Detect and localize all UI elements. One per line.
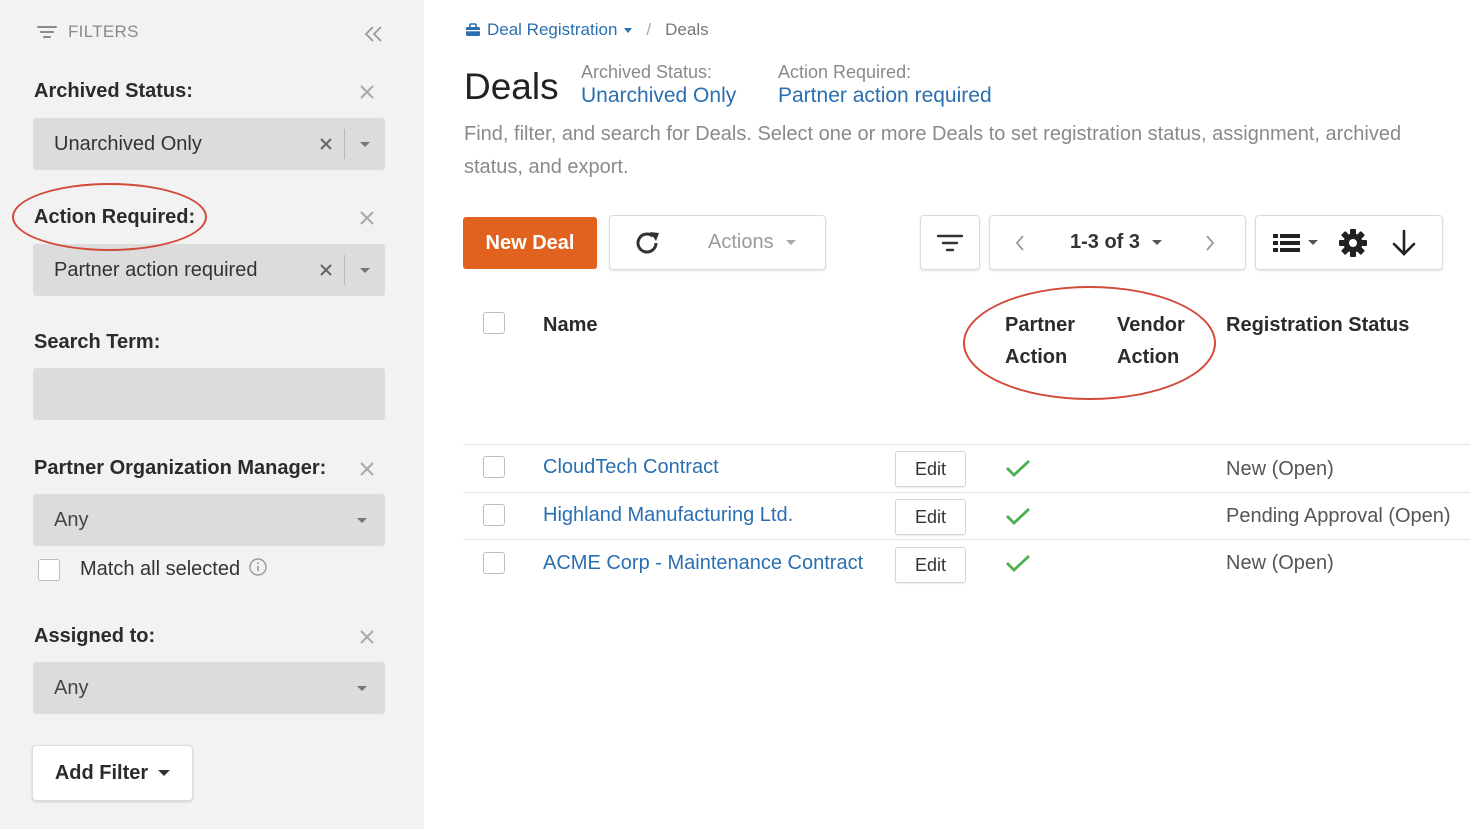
archived-status-value: Unarchived Only: [54, 132, 202, 155]
chevron-down-icon[interactable]: [345, 267, 385, 273]
match-all-label: Match all selected: [80, 558, 241, 580]
assigned-to-label: Assigned to:: [34, 625, 156, 647]
breadcrumb: Deal Registration / Deals: [465, 20, 709, 40]
column-header-vendor-action[interactable]: Vendor Action: [1117, 309, 1185, 373]
chevron-down-icon: [158, 770, 171, 776]
new-deal-button[interactable]: New Deal: [463, 217, 597, 269]
assigned-to-select[interactable]: Any: [33, 662, 385, 714]
chevron-down-icon: [1152, 240, 1163, 245]
summary-archived: Archived Status: Unarchived Only: [581, 60, 736, 108]
list-view-dropdown[interactable]: [1272, 232, 1318, 254]
checkmark-icon: [1006, 459, 1030, 477]
header-line: Partner: [1005, 314, 1076, 336]
chevron-down-icon: [624, 27, 633, 33]
registration-status: Pending Approval (Open): [1226, 505, 1451, 527]
chevron-down-icon[interactable]: [345, 141, 385, 147]
action-required-value: Partner action required: [54, 258, 258, 281]
breadcrumb-root-label: Deal Registration: [487, 20, 618, 39]
remove-manager-filter-icon[interactable]: [358, 460, 376, 478]
filter-lines-icon: [37, 26, 57, 38]
column-header-name[interactable]: Name: [543, 309, 597, 341]
registration-status: New (Open): [1226, 458, 1334, 480]
deal-name-link[interactable]: CloudTech Contract: [543, 456, 719, 479]
row-divider: [463, 492, 1470, 493]
actions-dropdown[interactable]: Actions: [708, 231, 796, 254]
filter-lines-icon: [936, 234, 964, 251]
clear-icon[interactable]: [308, 137, 344, 151]
chevron-down-icon[interactable]: [339, 517, 385, 523]
chevron-down-icon: [785, 240, 796, 245]
deal-name-link[interactable]: ACME Corp - Maintenance Contract: [543, 552, 863, 575]
actions-label: Actions: [708, 231, 774, 253]
header-line: Action: [1005, 346, 1068, 368]
summary-key: Action Required:: [778, 62, 912, 82]
gear-icon[interactable]: [1338, 228, 1368, 258]
page-description: Find, filter, and search for Deals. Sele…: [464, 123, 1402, 178]
filters-header: FILTERS: [36, 22, 139, 42]
column-header-registration-status[interactable]: Registration Status: [1226, 309, 1409, 341]
row-divider: [463, 444, 1470, 445]
header-line: Vendor: [1117, 314, 1185, 336]
pagination-dropdown[interactable]: 1-3 of 3: [1070, 231, 1163, 254]
summary-value-link[interactable]: Unarchived Only: [581, 84, 736, 108]
collapse-sidebar-icon[interactable]: [362, 24, 384, 44]
view-tools-group: [1255, 215, 1443, 270]
filters-title: FILTERS: [68, 22, 139, 41]
page-title: Deals: [464, 66, 559, 107]
breadcrumb-root[interactable]: Deal Registration: [465, 20, 633, 40]
archived-status-select[interactable]: Unarchived Only: [33, 118, 385, 170]
refresh-icon[interactable]: [632, 229, 664, 257]
row-divider: [463, 539, 1470, 540]
chevron-down-icon: [1308, 240, 1318, 245]
refresh-actions-group: Actions: [609, 215, 826, 270]
summary-value-link[interactable]: Partner action required: [778, 84, 992, 108]
info-icon[interactable]: [248, 557, 268, 577]
filter-toggle-button[interactable]: [920, 215, 980, 270]
download-arrow-icon[interactable]: [1390, 228, 1418, 258]
match-all-row: Match all selected: [38, 557, 268, 581]
breadcrumb-current: Deals: [665, 20, 709, 39]
deal-name-link[interactable]: Highland Manufacturing Ltd.: [543, 504, 793, 527]
edit-button[interactable]: Edit: [895, 451, 966, 487]
partner-org-manager-value: Any: [54, 508, 89, 531]
assigned-to-value: Any: [54, 676, 89, 699]
chevron-down-icon[interactable]: [339, 685, 385, 691]
list-icon: [1273, 233, 1300, 252]
select-all-checkbox[interactable]: [483, 312, 505, 334]
row-checkbox[interactable]: [483, 552, 505, 574]
archived-status-label: Archived Status:: [34, 80, 193, 102]
header-line: Action: [1117, 346, 1180, 368]
search-term-label: Search Term:: [34, 331, 161, 353]
remove-archived-filter-icon[interactable]: [358, 83, 376, 101]
row-checkbox[interactable]: [483, 456, 505, 478]
registration-status: New (Open): [1226, 552, 1334, 574]
action-required-select[interactable]: Partner action required: [33, 244, 385, 296]
search-term-input[interactable]: [33, 368, 385, 420]
column-header-partner-action[interactable]: Partner Action: [1005, 309, 1075, 373]
row-checkbox[interactable]: [483, 504, 505, 526]
clear-icon[interactable]: [308, 263, 344, 277]
partner-org-manager-select[interactable]: Any: [33, 494, 385, 546]
pagination-control: 1-3 of 3: [989, 215, 1246, 270]
pagination-label: 1-3 of 3: [1070, 231, 1141, 253]
breadcrumb-separator: /: [646, 20, 652, 39]
add-filter-label: Add Filter: [54, 761, 149, 784]
edit-button[interactable]: Edit: [895, 547, 966, 583]
match-all-checkbox[interactable]: [38, 558, 60, 581]
chevron-right-icon[interactable]: [1204, 233, 1216, 253]
remove-assigned-filter-icon[interactable]: [358, 628, 376, 646]
checkmark-icon: [1006, 554, 1030, 572]
add-filter-button[interactable]: Add Filter: [32, 745, 193, 801]
filters-sidebar: FILTERS Archived Status: Unarchived Only…: [0, 0, 424, 829]
summary-action: Action Required: Partner action required: [778, 60, 992, 108]
summary-key: Archived Status:: [581, 62, 713, 82]
partner-org-manager-label: Partner Organization Manager:: [34, 457, 327, 479]
action-required-label: Action Required:: [34, 206, 196, 228]
briefcase-icon: [466, 23, 480, 36]
checkmark-icon: [1006, 507, 1030, 525]
chevron-left-icon[interactable]: [1014, 233, 1026, 253]
remove-action-filter-icon[interactable]: [358, 209, 376, 227]
edit-button[interactable]: Edit: [895, 499, 966, 535]
